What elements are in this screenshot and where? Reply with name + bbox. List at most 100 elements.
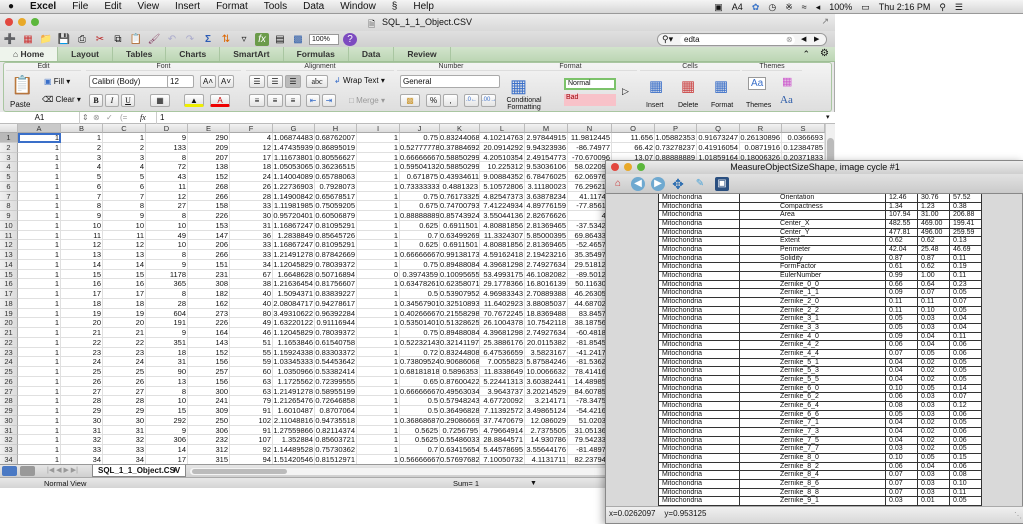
fill-button[interactable]: ▣ Fill ▾	[44, 77, 70, 86]
cell[interactable]: 133	[146, 142, 188, 153]
cell[interactable]: 18	[61, 298, 103, 309]
tab-layout[interactable]: Layout	[58, 47, 113, 61]
tab-home[interactable]: ⌂ Home	[0, 47, 59, 61]
row-header[interactable]: 16	[0, 279, 18, 289]
cell[interactable]: 20	[103, 318, 146, 328]
cell[interactable]: 34	[103, 454, 146, 464]
cell[interactable]: 0.7928073	[315, 181, 357, 192]
cell[interactable]: 7.41224934	[480, 201, 525, 211]
cell[interactable]: 1	[357, 250, 400, 260]
cell[interactable]: 1	[18, 328, 61, 338]
cell[interactable]: 10	[103, 220, 146, 231]
cell[interactable]: 3.55644176	[525, 445, 568, 455]
cell[interactable]: 10.225312	[480, 162, 525, 172]
cell[interactable]: 6	[61, 181, 103, 192]
cell[interactable]: 257	[188, 367, 230, 377]
cell[interactable]: 5	[103, 172, 146, 182]
column-header-l[interactable]: L	[480, 124, 525, 133]
cell[interactable]: 0.66666667	[400, 250, 440, 260]
cell[interactable]: 1	[18, 445, 61, 455]
cell[interactable]: 13	[146, 376, 188, 387]
cell[interactable]: 31	[146, 357, 188, 367]
cell[interactable]: 0.34567901	[400, 298, 440, 309]
cell[interactable]: 273	[188, 308, 230, 319]
cell[interactable]: 0.5	[400, 406, 440, 416]
cell[interactable]: 0.66666667	[400, 152, 440, 163]
cell[interactable]: 268	[188, 181, 230, 192]
search-icon[interactable]: ⚲▾	[662, 34, 673, 45]
cell[interactable]: 0.7	[400, 445, 440, 455]
cell[interactable]: 0.0366693	[782, 133, 825, 143]
cell[interactable]: 9.53036106	[525, 162, 568, 172]
cell[interactable]: 0.36496828	[440, 406, 480, 416]
row-header[interactable]: 9	[0, 211, 18, 221]
cell[interactable]: 0.91673247	[697, 133, 740, 143]
cell[interactable]: 12	[61, 240, 103, 250]
cell[interactable]: 1.16867247	[273, 240, 315, 250]
cell[interactable]: 1	[18, 172, 61, 182]
column-header-q[interactable]: Q	[697, 124, 740, 133]
font-name-select[interactable]: Calibri (Body)	[89, 75, 169, 88]
borders-icon[interactable]: ▦	[150, 94, 170, 107]
cell[interactable]: 0.76173325	[440, 191, 480, 202]
cell[interactable]: 0.12384785	[782, 142, 825, 153]
cell[interactable]: 1	[103, 133, 146, 143]
cell[interactable]: 0.81095291	[315, 220, 357, 231]
formula-builder-icon[interactable]: fx	[255, 33, 269, 46]
cell[interactable]: 1	[18, 376, 61, 387]
cell[interactable]: 0.29086669	[440, 415, 480, 426]
row-header[interactable]: 12	[0, 240, 18, 250]
wifi-icon[interactable]: ≈	[802, 2, 807, 12]
page-layout-view-button[interactable]	[20, 466, 35, 476]
cell[interactable]: 21	[61, 328, 103, 338]
search-previous-icon[interactable]: ◀	[801, 35, 806, 43]
cell[interactable]: 9	[146, 133, 188, 143]
cell[interactable]: 7.11392572	[480, 406, 525, 416]
cell[interactable]: 26	[61, 376, 103, 387]
cell[interactable]: 306	[146, 435, 188, 445]
cell[interactable]: 0.57948243	[440, 396, 480, 406]
cell[interactable]: 3.49865124	[525, 406, 568, 416]
resize-grip-icon[interactable]: ⋱	[1014, 509, 1022, 523]
cell[interactable]: 206	[188, 240, 230, 250]
cell[interactable]: 1	[357, 152, 400, 163]
column-header-s[interactable]: S	[782, 124, 825, 133]
cell[interactable]: 11.9812445	[568, 133, 612, 143]
row-header[interactable]: 21	[0, 328, 18, 338]
cell[interactable]: 143	[188, 337, 230, 348]
sum-dropdown-icon[interactable]: ▼	[530, 478, 537, 489]
cell[interactable]: 53.4993175	[480, 269, 525, 280]
cell[interactable]: 138	[188, 162, 230, 172]
cell[interactable]: 0.60506879	[315, 211, 357, 221]
cell[interactable]: 11.3324307	[480, 230, 525, 241]
row-header[interactable]: 7	[0, 191, 18, 202]
cell[interactable]: 306	[188, 425, 230, 436]
cell[interactable]: 14	[103, 259, 146, 270]
cell[interactable]: 55	[230, 347, 273, 358]
row-header[interactable]: 19	[0, 308, 18, 319]
cell[interactable]: 9	[61, 211, 103, 221]
cell[interactable]: 5.85000395	[525, 230, 568, 241]
cell[interactable]: 30	[61, 415, 103, 426]
bluetooth-icon[interactable]: ※	[785, 2, 793, 13]
spotlight-icon[interactable]: ⚲	[939, 2, 946, 13]
cell[interactable]: 49	[146, 230, 188, 241]
cell[interactable]: 0.78039372	[315, 328, 357, 338]
fullscreen-icon[interactable]: ↗	[821, 16, 829, 27]
cell[interactable]: 0.94735518	[315, 415, 357, 426]
cell[interactable]: 1.14004089	[273, 172, 315, 182]
cell[interactable]: 1	[357, 357, 400, 367]
select-all-corner[interactable]	[0, 124, 18, 133]
cell[interactable]: 308	[188, 279, 230, 289]
cell[interactable]: 0.94278617	[315, 298, 357, 309]
orientation-button[interactable]: abc	[306, 75, 328, 88]
time-machine-icon[interactable]: ◷	[768, 2, 776, 13]
cell[interactable]: 0.75	[400, 328, 440, 338]
cell[interactable]: 29	[61, 406, 103, 416]
cell[interactable]: 0.4881323	[440, 181, 480, 192]
cell[interactable]: 1	[18, 298, 61, 309]
cell[interactable]: 33	[230, 250, 273, 260]
cell[interactable]: 0.52777778	[400, 142, 440, 153]
cell[interactable]: 1.63220122	[273, 318, 315, 328]
cell[interactable]: 26	[230, 181, 273, 192]
